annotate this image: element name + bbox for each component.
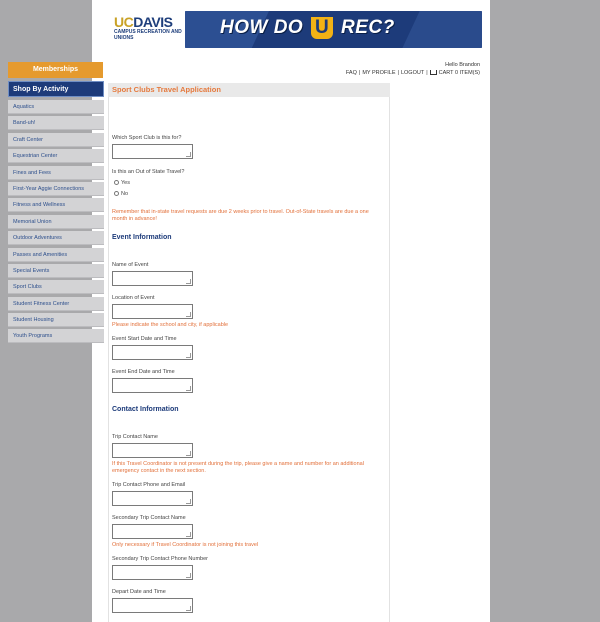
label-out-of-state: Is this an Out of State Travel? xyxy=(112,169,185,175)
sidebar-item-aquatics[interactable]: Aquatics xyxy=(8,100,104,114)
cart-icon[interactable] xyxy=(429,70,437,75)
radio-yes-row[interactable]: Yes xyxy=(114,180,130,186)
logout-link[interactable]: LOGOUT xyxy=(401,70,424,76)
account-links: FAQ | MY PROFILE | LOGOUT | CART 0 ITEM(S) xyxy=(345,70,480,76)
radio-no-label: No xyxy=(121,191,129,197)
event-start-field[interactable] xyxy=(112,345,193,360)
sidebar-item-student-housing[interactable]: Student Housing xyxy=(8,313,104,328)
radio-yes-label: Yes xyxy=(121,180,130,186)
event-name-field[interactable] xyxy=(112,271,193,286)
sidebar-item-special-events[interactable]: Special Events xyxy=(8,263,104,278)
trip-contact-hint: If this Travel Coordinator is not presen… xyxy=(112,461,364,474)
label-event-start: Event Start Date and Time xyxy=(112,336,177,342)
label-secondary-contact: Secondary Trip Contact Name xyxy=(112,515,186,521)
sport-club-field[interactable] xyxy=(112,144,193,159)
sidebar-item-student-fitness-center[interactable]: Student Fitness Center xyxy=(8,296,104,311)
secondary-contact-field[interactable] xyxy=(112,524,193,539)
banner-pre: HOW DO xyxy=(220,17,304,38)
radio-no-row[interactable]: No xyxy=(114,191,128,197)
memberships-button[interactable]: Memberships xyxy=(8,62,103,78)
faq-link[interactable]: FAQ xyxy=(346,70,357,76)
shop-by-activity-heading: Shop By Activity xyxy=(8,81,104,97)
section-contact-information: Contact Information xyxy=(112,406,179,413)
label-trip-contact: Trip Contact Name xyxy=(112,434,158,440)
sidebar-item-passes-amenities[interactable]: Passes and Amenities xyxy=(8,247,104,262)
greeting: Hello Brandon xyxy=(445,62,480,68)
label-sport-club: Which Sport Club is this for? xyxy=(112,135,182,141)
label-event-end: Event End Date and Time xyxy=(112,369,175,375)
page-title: Sport Clubs Travel Application xyxy=(108,83,390,97)
label-depart: Depart Date and Time xyxy=(112,589,166,595)
secondary-contact-hint: Only necessary if Travel Coordinator is … xyxy=(112,542,259,548)
sidebar-item-memorial-union[interactable]: Memorial Union xyxy=(8,214,104,229)
label-event-name: Name of Event xyxy=(112,262,149,268)
label-secondary-phone: Secondary Trip Contact Phone Number xyxy=(112,556,208,562)
sidebar-item-band-uh[interactable]: Band-uh! xyxy=(8,116,104,131)
banner-u: U xyxy=(311,17,334,39)
cart-link[interactable]: CART 0 ITEM(S) xyxy=(439,70,480,76)
label-event-location: Location of Event xyxy=(112,295,155,301)
my-profile-link[interactable]: MY PROFILE xyxy=(362,70,395,76)
sidebar-item-first-year-aggie[interactable]: First-Year Aggie Connections xyxy=(8,181,104,196)
event-end-field[interactable] xyxy=(112,378,193,393)
radio-yes[interactable] xyxy=(114,180,119,185)
label-trip-contact-phone: Trip Contact Phone and Email xyxy=(112,482,186,488)
logo-subtitle: CAMPUS RECREATION AND UNIONS xyxy=(114,29,182,41)
depart-field[interactable] xyxy=(112,598,193,613)
sidebar-item-craft-center[interactable]: Craft Center xyxy=(8,132,104,147)
event-location-field[interactable] xyxy=(112,304,193,319)
sidebar-item-fines-and-fees[interactable]: Fines and Fees xyxy=(8,165,104,180)
ucdavis-logo[interactable]: UCDAVIS CAMPUS RECREATION AND UNIONS xyxy=(114,14,184,44)
sidebar-item-equestrian-center[interactable]: Equestrian Center xyxy=(8,149,104,164)
location-hint: Please indicate the school and city, if … xyxy=(112,322,229,328)
trip-contact-field[interactable] xyxy=(112,443,193,458)
logo-davis: DAVIS xyxy=(133,14,173,30)
sidebar-item-outdoor-adventures[interactable]: Outdoor Adventures xyxy=(8,231,104,246)
section-event-information: Event Information xyxy=(112,234,172,241)
secondary-phone-field[interactable] xyxy=(112,565,193,580)
sidebar-item-sport-clubs[interactable]: Sport Clubs xyxy=(8,280,104,295)
deadline-reminder: Remember that in-state travel requests a… xyxy=(112,209,369,222)
banner-post: REC? xyxy=(341,17,395,38)
sidebar-item-youth-programs[interactable]: Youth Programs xyxy=(8,329,104,344)
logo-uc: UC xyxy=(114,14,134,30)
activity-list: Aquatics Band-uh! Craft Center Equestria… xyxy=(8,100,104,346)
radio-no[interactable] xyxy=(114,191,119,196)
how-do-u-rec-banner: HOW DO U REC? xyxy=(185,11,482,48)
sidebar-item-fitness-wellness[interactable]: Fitness and Wellness xyxy=(8,198,104,213)
trip-contact-phone-field[interactable] xyxy=(112,491,193,506)
